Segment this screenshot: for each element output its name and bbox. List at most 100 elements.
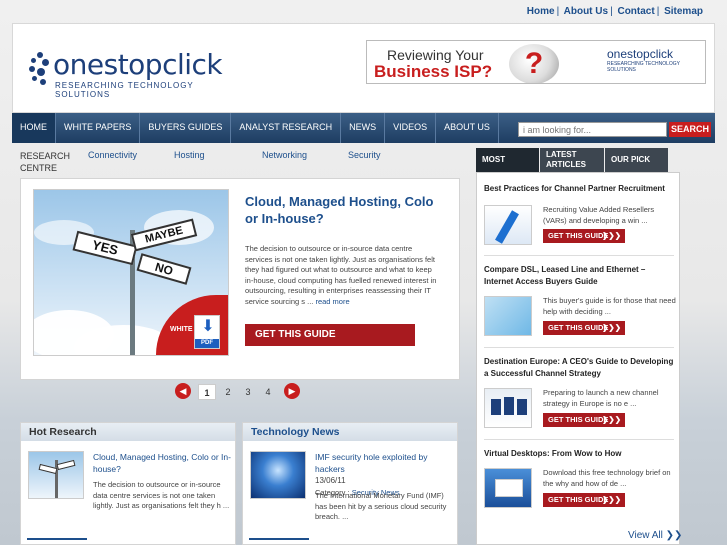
- sidebar-item-thumbnail[interactable]: [484, 388, 532, 428]
- tab-latest-articles[interactable]: LATEST ARTICLES: [540, 148, 604, 172]
- banner-line1: Reviewing Your: [387, 47, 484, 63]
- sidebar-item-title[interactable]: Destination Europe: A CEO's Guide to Dev…: [484, 356, 676, 380]
- rc-link-hosting[interactable]: Hosting: [174, 150, 205, 160]
- chevrons-icon: ❯❯❯: [602, 231, 621, 240]
- button-label: GET THIS GUIDE: [548, 415, 609, 424]
- get-this-guide-button[interactable]: GET THIS GUIDE: [245, 324, 415, 346]
- next-arrow-icon[interactable]: ▶: [284, 383, 300, 399]
- featured-guide: YES MAYBE NO WHITE PAPER ⬇ PDF Cloud, Ma…: [20, 178, 460, 380]
- tech-news-desc: The International Monetary Fund (IMF) ha…: [315, 491, 447, 521]
- sidebar-item-desc: Recruiting Value Added Resellers (VARs) …: [543, 205, 655, 225]
- hot-research-box: Hot Research Cloud, Managed Hosting, Col…: [20, 422, 236, 545]
- feature-image[interactable]: YES MAYBE NO WHITE PAPER ⬇ PDF: [33, 189, 229, 356]
- nav-buyers-guides[interactable]: BUYERS GUIDES: [140, 113, 232, 143]
- tech-news-date: 13/06/11: [315, 476, 346, 485]
- button-label: GET THIS GUIDE: [548, 495, 609, 504]
- logo-tagline: RESEARCHING TECHNOLOGY SOLUTIONS: [55, 81, 194, 99]
- hot-research-desc: The decision to outsource or in-source d…: [93, 480, 230, 510]
- divider: [484, 439, 674, 440]
- pdf-label: PDF: [195, 339, 219, 348]
- nav-news[interactable]: NEWS: [341, 113, 386, 143]
- nav-white-papers[interactable]: WHITE PAPERS: [56, 113, 141, 143]
- list-item: Virtual Desktops: From Wow to How Downlo…: [484, 448, 676, 508]
- tech-news-title[interactable]: IMF security hole exploited by hackers: [315, 451, 453, 475]
- tab-most-viewed[interactable]: MOST VIEWED: [476, 148, 539, 184]
- search-button[interactable]: SEARCH: [669, 122, 711, 137]
- home-link[interactable]: Home: [527, 6, 555, 17]
- hot-research-thumbnail[interactable]: [28, 451, 84, 499]
- sign-no: NO: [136, 253, 192, 285]
- pdf-icon: ⬇ PDF: [194, 315, 220, 349]
- sidebar: MOST VIEWED LATEST ARTICLES OUR PICK Bes…: [476, 148, 680, 545]
- carousel-pager: ◀ 1 2 3 4 ▶: [20, 382, 460, 402]
- contact-link[interactable]: Contact: [617, 6, 654, 17]
- hot-research-heading: Hot Research: [21, 423, 235, 441]
- sidebar-item-thumbnail[interactable]: [484, 468, 532, 508]
- nav-videos[interactable]: VIDEOS: [385, 113, 437, 143]
- page-2[interactable]: 2: [219, 384, 237, 400]
- tech-news-thumbnail[interactable]: [250, 451, 306, 499]
- list-item: Best Practices for Channel Partner Recru…: [484, 183, 676, 245]
- rc-link-security[interactable]: Security: [348, 150, 381, 160]
- chevrons-icon: ❯❯❯: [602, 415, 621, 424]
- page-4[interactable]: 4: [259, 384, 277, 400]
- about-link[interactable]: About Us: [564, 6, 608, 17]
- sidebar-item-title[interactable]: Best Practices for Channel Partner Recru…: [484, 183, 676, 195]
- get-this-guide-button[interactable]: GET THIS GUIDE ❯❯❯: [543, 493, 625, 507]
- nav-analyst-research[interactable]: ANALYST RESEARCH: [231, 113, 342, 143]
- divider: [27, 538, 87, 540]
- list-item: Compare DSL, Leased Line and Ethernet – …: [484, 264, 676, 336]
- get-this-guide-button[interactable]: GET THIS GUIDE ❯❯❯: [543, 321, 625, 335]
- sidebar-item-title[interactable]: Virtual Desktops: From Wow to How: [484, 448, 676, 460]
- banner-line2: Business ISP?: [374, 62, 493, 81]
- main-nav: HOME WHITE PAPERS BUYERS GUIDES ANALYST …: [12, 113, 715, 143]
- sidebar-tabs: MOST VIEWED LATEST ARTICLES OUR PICK: [476, 148, 680, 184]
- list-item: Destination Europe: A CEO's Guide to Dev…: [484, 356, 676, 428]
- search-input[interactable]: [518, 122, 667, 137]
- sidebar-item-thumbnail[interactable]: [484, 296, 532, 336]
- prev-arrow-icon[interactable]: ◀: [175, 383, 191, 399]
- site-header: onestopclick RESEARCHING TECHNOLOGY SOLU…: [12, 23, 715, 113]
- download-arrow-icon: ⬇: [201, 318, 215, 335]
- sitemap-link[interactable]: Sitemap: [664, 6, 703, 17]
- top-links: Home | About Us | Contact | Sitemap: [527, 6, 703, 17]
- feature-description: The decision to outsource or in-source d…: [245, 244, 440, 307]
- tab-our-pick[interactable]: OUR PICK: [605, 148, 668, 172]
- sidebar-list: Best Practices for Channel Partner Recru…: [476, 172, 680, 545]
- nav-about-us[interactable]: ABOUT US: [436, 113, 499, 143]
- get-this-guide-button[interactable]: GET THIS GUIDE ❯❯❯: [543, 229, 625, 243]
- chevrons-icon: ❯❯❯: [602, 323, 621, 332]
- page-3[interactable]: 3: [239, 384, 257, 400]
- nav-home[interactable]: HOME: [12, 113, 56, 143]
- read-more-link[interactable]: read more: [315, 297, 349, 306]
- banner-brand-name: onestopclick: [607, 47, 674, 61]
- research-centre-label: RESEARCH CENTRE: [20, 151, 71, 173]
- sidebar-item-desc: Download this free technology brief on t…: [543, 468, 671, 488]
- banner-brand-tagline: RESEARCHING TECHNOLOGY SOLUTIONS: [607, 61, 680, 73]
- technology-news-box: Technology News IMF security hole exploi…: [242, 422, 458, 545]
- sidebar-item-title[interactable]: Compare DSL, Leased Line and Ethernet – …: [484, 264, 676, 288]
- sidebar-item-desc: Preparing to launch a new channel strate…: [543, 388, 659, 408]
- page-1[interactable]: 1: [198, 384, 216, 400]
- banner-brand: onestopclick RESEARCHING TECHNOLOGY SOLU…: [607, 47, 705, 73]
- feature-title[interactable]: Cloud, Managed Hosting, Colo or In-house…: [245, 193, 445, 227]
- button-label: GET THIS GUIDE: [548, 323, 609, 332]
- sidebar-item-thumbnail[interactable]: [484, 205, 532, 245]
- divider: [249, 538, 309, 540]
- logo-dots-icon: [29, 52, 51, 86]
- get-this-guide-button[interactable]: GET THIS GUIDE ❯❯❯: [543, 413, 625, 427]
- technology-news-heading: Technology News: [243, 423, 457, 441]
- ad-banner[interactable]: Reviewing Your Business ISP? ? onestopcl…: [366, 40, 706, 84]
- question-mark-icon: ?: [509, 44, 559, 83]
- sidebar-item-desc: This buyer's guide is for those that nee…: [543, 296, 676, 316]
- site-logo[interactable]: onestopclick RESEARCHING TECHNOLOGY SOLU…: [29, 48, 229, 99]
- separator: |: [656, 6, 660, 17]
- rc-link-networking[interactable]: Networking: [262, 150, 307, 160]
- sign-yes: YES: [72, 230, 138, 266]
- view-all-link[interactable]: View All ❯❯: [628, 530, 682, 541]
- hot-research-title[interactable]: Cloud, Managed Hosting, Colo or In-house…: [93, 451, 231, 475]
- divider: [484, 255, 674, 256]
- logo-wordmark: onestopclick: [53, 48, 223, 81]
- rc-link-connectivity[interactable]: Connectivity: [88, 150, 137, 160]
- button-label: GET THIS GUIDE: [548, 231, 609, 240]
